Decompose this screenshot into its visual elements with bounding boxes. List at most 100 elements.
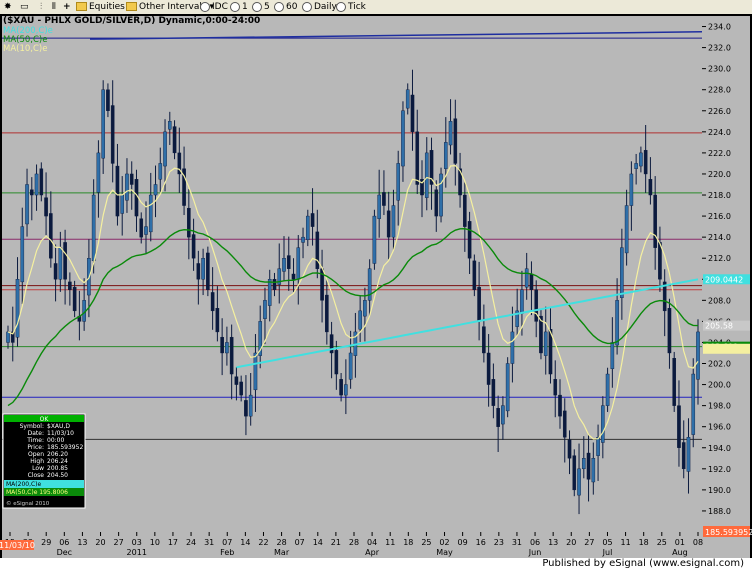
interval-daily[interactable]: Daily [302, 0, 337, 14]
candle-body [596, 437, 600, 456]
candle-body [586, 452, 591, 480]
candle-body [453, 118, 458, 164]
x-tick-label: 06 [530, 538, 540, 547]
candle-body [172, 126, 177, 154]
bars-icon[interactable]: ⫶ [40, 0, 42, 14]
candle-body [601, 405, 605, 443]
candle-body [106, 89, 110, 111]
candle-body [325, 294, 329, 333]
y-tick-label: 216.0 [708, 212, 731, 221]
cursor-box-copyright: © eSignal 2010 [6, 500, 50, 507]
candle-body [391, 205, 396, 238]
x-tick-label: 17 [168, 538, 178, 547]
clock-icon [230, 1, 240, 12]
candle-body [620, 247, 624, 298]
candle-body [581, 458, 586, 470]
cursor-price-label: 185.593952 [705, 528, 752, 537]
candle-body [291, 273, 296, 280]
clock-icon [336, 1, 346, 12]
candle-body [667, 308, 672, 354]
x-tick-label: 25 [421, 538, 431, 547]
y-tick-label: 226.0 [708, 107, 731, 116]
candle-body [129, 173, 134, 185]
y-tick-label: 214.0 [708, 233, 731, 242]
candle-body [348, 352, 353, 380]
candle-body [639, 152, 643, 167]
candle-body [510, 331, 515, 364]
interval-idc[interactable]: IDC [200, 0, 228, 14]
candle-body [315, 231, 320, 269]
candle-body [91, 194, 96, 262]
candle-body [577, 468, 581, 496]
interval-60-label: 60 [286, 2, 298, 12]
candle-body [20, 226, 25, 283]
cursor-box-key: High [30, 458, 44, 465]
candle-body [153, 184, 158, 196]
y-tick-label: 208.0 [708, 296, 731, 305]
candle-body [467, 221, 472, 259]
folder-icon [126, 2, 137, 11]
candle-body [344, 384, 348, 396]
candle-body [434, 189, 439, 217]
equities-menu[interactable]: Equities ▾ [76, 0, 132, 14]
candle-body [253, 352, 258, 391]
candle-body [410, 94, 415, 133]
candle-body [415, 131, 420, 185]
candle-body [558, 394, 562, 417]
x-tick-label: 18 [403, 538, 413, 547]
cursor-box-key: Low [32, 465, 44, 472]
price-chart[interactable]: 188.0 190.0 192.0 194.0 196.0 198.0 200.0 202.0… [0, 14, 752, 558]
interval-tick[interactable]: Tick [336, 0, 366, 14]
x-tick-label: 04 [367, 538, 377, 547]
star-icon[interactable]: ✸ [4, 0, 12, 14]
cursor-box-key: Open [28, 451, 44, 458]
candle-body [34, 173, 39, 196]
toolbar: ✸ ▭ ⫶ ⫴ + Equities ▾ Other Intervals ▾ I… [0, 0, 752, 15]
candle-body [201, 258, 205, 280]
candle-body [439, 173, 443, 217]
y-tick-label: 194.0 [708, 444, 731, 453]
candle-body [363, 300, 367, 317]
x-tick-label: 09 [458, 538, 468, 547]
x-tick-label: 02 [439, 538, 449, 547]
ruler-icon[interactable]: ▭ [20, 0, 29, 14]
candle-body [167, 121, 172, 130]
cursor-box: OK Symbol: $XAU,DDate: 11/03/10Time: 00:00P… [2, 413, 86, 509]
candle-body [58, 247, 63, 280]
candle-body [296, 247, 301, 280]
add-icon[interactable]: + [63, 0, 71, 14]
x-tick-label: 11 [620, 538, 630, 547]
interval-5[interactable]: 5 [252, 0, 270, 14]
x-month-label: Jun [528, 548, 542, 557]
candle-body [463, 194, 467, 227]
candles-icon[interactable]: ⫴ [52, 0, 56, 14]
candle-body [115, 165, 120, 217]
cursor-box-key: Close [28, 472, 45, 479]
y-tick-label: 222.0 [708, 149, 731, 158]
x-tick-label: 20 [566, 538, 576, 547]
y-tick-label: 196.0 [708, 423, 731, 432]
x-month-label: Dec [57, 548, 72, 557]
candle-body [310, 213, 315, 227]
x-tick-label: 13 [548, 538, 558, 547]
x-tick-label: 25 [657, 538, 667, 547]
candle-body [15, 279, 20, 338]
x-tick-label: 23 [494, 538, 504, 547]
x-tick-label: 28 [349, 538, 359, 547]
interval-1[interactable]: 1 [230, 0, 248, 14]
x-tick-label: 24 [186, 538, 196, 547]
cursor-box-key: Symbol: [20, 423, 44, 430]
interval-60[interactable]: 60 [274, 0, 297, 14]
candle-body [29, 189, 34, 196]
y-tick-label: 234.0 [708, 23, 731, 32]
candle-body [282, 258, 286, 272]
candle-body [386, 210, 391, 238]
candle-body [648, 179, 653, 196]
interval-daily-label: Daily [314, 2, 337, 12]
candle-body [401, 110, 405, 167]
candle-body [653, 194, 657, 248]
candle-body [286, 255, 291, 269]
cursor-box-value: 206.20 [47, 451, 68, 458]
candle-body [443, 142, 448, 169]
candle-body [225, 342, 229, 354]
